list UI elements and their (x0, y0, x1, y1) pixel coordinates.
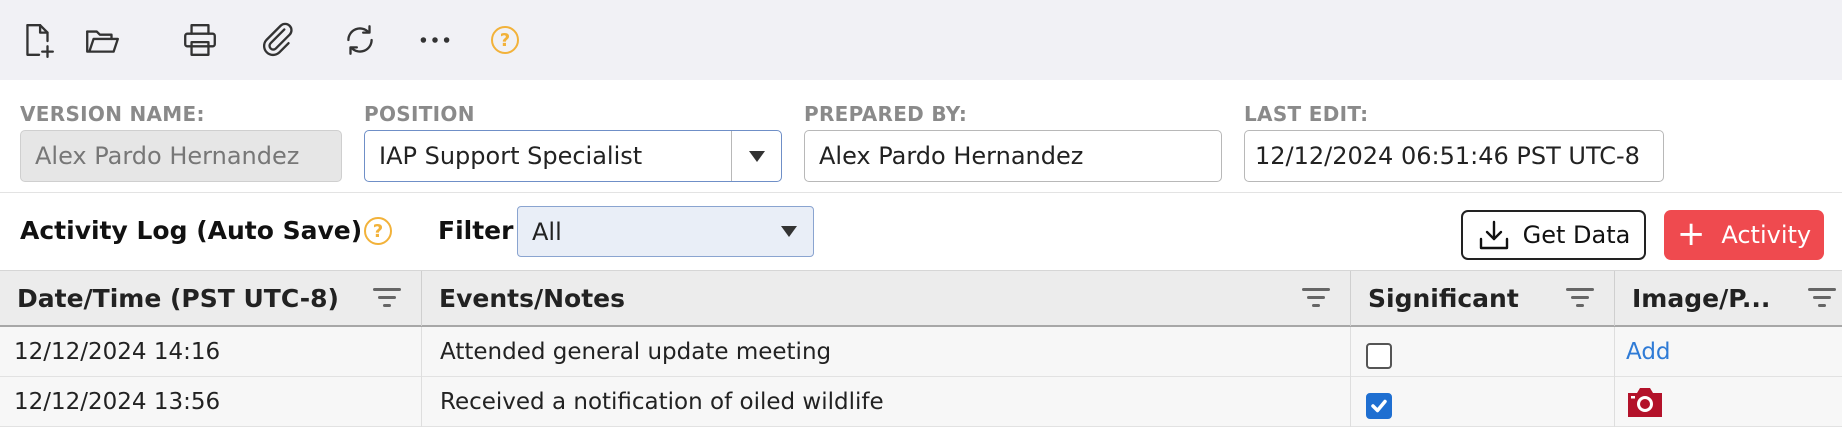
cell-significant (1351, 377, 1615, 427)
header-fields: VERSION NAME: Alex Pardo Hernandez POSIT… (0, 80, 1842, 193)
refresh-button[interactable] (336, 16, 384, 64)
column-header-significant[interactable]: Significant (1351, 271, 1615, 326)
chevron-down-icon[interactable] (731, 131, 781, 181)
filter-icon[interactable] (373, 288, 401, 310)
attach-button[interactable] (254, 16, 302, 64)
last-edit-field: 12/12/2024 06:51:46 PST UTC-8 (1244, 130, 1664, 182)
print-button[interactable] (176, 16, 224, 64)
add-image-link[interactable]: Add (1626, 339, 1671, 365)
get-data-label: Get Data (1522, 221, 1631, 249)
column-header-label: Date/Time (PST UTC-8) (17, 284, 339, 313)
column-header-events[interactable]: Events/Notes (422, 271, 1351, 326)
position-select[interactable]: IAP Support Specialist (364, 130, 782, 182)
new-document-button[interactable] (14, 16, 62, 64)
add-activity-label: Activity (1721, 221, 1812, 249)
table-row[interactable]: 12/12/2024 14:16 Attended general update… (0, 327, 1842, 377)
column-header-label: Image/P... (1632, 284, 1771, 313)
column-header-label: Significant (1368, 284, 1519, 313)
filter-label: Filter (438, 216, 514, 245)
cell-event: Received a notification of oiled wildlif… (422, 377, 1351, 427)
position-value: IAP Support Specialist (379, 142, 643, 170)
add-activity-button[interactable]: + Activity (1664, 210, 1824, 260)
column-header-label: Events/Notes (439, 284, 625, 313)
download-icon (1479, 220, 1508, 250)
table-row[interactable]: 12/12/2024 13:56 Received a notification… (0, 377, 1842, 427)
more-button[interactable] (411, 16, 459, 64)
cell-datetime: 12/12/2024 14:16 (0, 327, 422, 377)
attachment-icon (263, 22, 293, 57)
open-folder-button[interactable] (78, 16, 126, 64)
help-icon[interactable]: ? (364, 217, 392, 245)
filter-icon[interactable] (1302, 288, 1330, 310)
print-icon (184, 24, 216, 56)
prepared-by-field[interactable]: Alex Pardo Hernandez (804, 130, 1222, 182)
plus-icon: + (1676, 213, 1706, 254)
chevron-down-icon (781, 226, 797, 237)
column-header-datetime[interactable]: Date/Time (PST UTC-8) (0, 271, 422, 326)
checkmark-icon (1371, 399, 1387, 413)
open-folder-icon (86, 30, 119, 53)
camera-icon[interactable] (1624, 384, 1666, 420)
more-icon (420, 37, 450, 43)
cell-image: Add (1615, 327, 1842, 377)
cell-image (1615, 377, 1842, 427)
last-edit-label: LAST EDIT: (1244, 102, 1369, 126)
refresh-icon (347, 25, 373, 55)
table-header: Date/Time (PST UTC-8) Events/Notes Signi… (0, 270, 1842, 327)
get-data-button[interactable]: Get Data (1461, 210, 1646, 260)
filter-icon[interactable] (1566, 288, 1594, 310)
help-icon[interactable]: ? (491, 26, 519, 54)
version-name-field: Alex Pardo Hernandez (20, 130, 342, 182)
new-document-icon (26, 24, 54, 59)
version-name-label: VERSION NAME: (20, 102, 205, 126)
position-label: POSITION (364, 102, 475, 126)
column-header-image[interactable]: Image/P... (1615, 271, 1842, 326)
activity-log-bar: Activity Log (Auto Save) ? Filter All Ge… (0, 194, 1842, 270)
activity-log-title: Activity Log (Auto Save) (20, 216, 363, 245)
significant-checkbox[interactable] (1366, 393, 1392, 419)
toolbar: ? (0, 0, 1842, 80)
activity-table: Date/Time (PST UTC-8) Events/Notes Signi… (0, 270, 1842, 427)
filter-value: All (532, 217, 562, 246)
filter-icon[interactable] (1808, 288, 1836, 310)
prepared-by-label: PREPARED BY: (804, 102, 968, 126)
cell-significant (1351, 327, 1615, 377)
significant-checkbox[interactable] (1366, 343, 1392, 369)
cell-event: Attended general update meeting (422, 327, 1351, 377)
cell-datetime: 12/12/2024 13:56 (0, 377, 422, 427)
filter-select[interactable]: All (517, 206, 814, 257)
